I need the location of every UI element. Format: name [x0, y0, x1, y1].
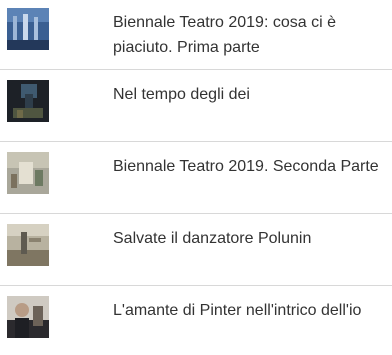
article-thumbnail[interactable]: [7, 80, 49, 122]
related-articles-list: Biennale Teatro 2019: cosa ci è piaciuto…: [0, 0, 392, 355]
light-scene-thumbnail-icon: [7, 152, 49, 194]
article-link[interactable]: Nel tempo degli dei: [113, 82, 385, 107]
article-thumbnail[interactable]: [7, 224, 49, 266]
article-link[interactable]: Biennale Teatro 2019. Seconda Parte: [113, 154, 385, 179]
article-link[interactable]: L'amante di Pinter nell'intrico dell'io: [113, 298, 385, 323]
article-link[interactable]: Biennale Teatro 2019: cosa ci è piaciuto…: [113, 10, 385, 60]
article-link[interactable]: Salvate il danzatore Polunin: [113, 226, 385, 251]
list-item[interactable]: Biennale Teatro 2019: cosa ci è piaciuto…: [0, 0, 392, 69]
article-thumbnail[interactable]: [7, 152, 49, 194]
dark-scene-thumbnail-icon: [7, 80, 49, 122]
article-thumbnail[interactable]: [7, 296, 49, 338]
article-thumbnail[interactable]: [7, 8, 49, 50]
list-item[interactable]: Biennale Teatro 2019. Seconda Parte: [0, 141, 392, 213]
dancer-thumbnail-icon: [7, 224, 49, 266]
list-item[interactable]: L'amante di Pinter nell'intrico dell'io: [0, 285, 392, 355]
list-item[interactable]: Nel tempo degli dei: [0, 69, 392, 141]
portrait-thumbnail-icon: [7, 296, 49, 338]
stage-blue-thumbnail-icon: [7, 8, 49, 50]
list-item[interactable]: Salvate il danzatore Polunin: [0, 213, 392, 285]
